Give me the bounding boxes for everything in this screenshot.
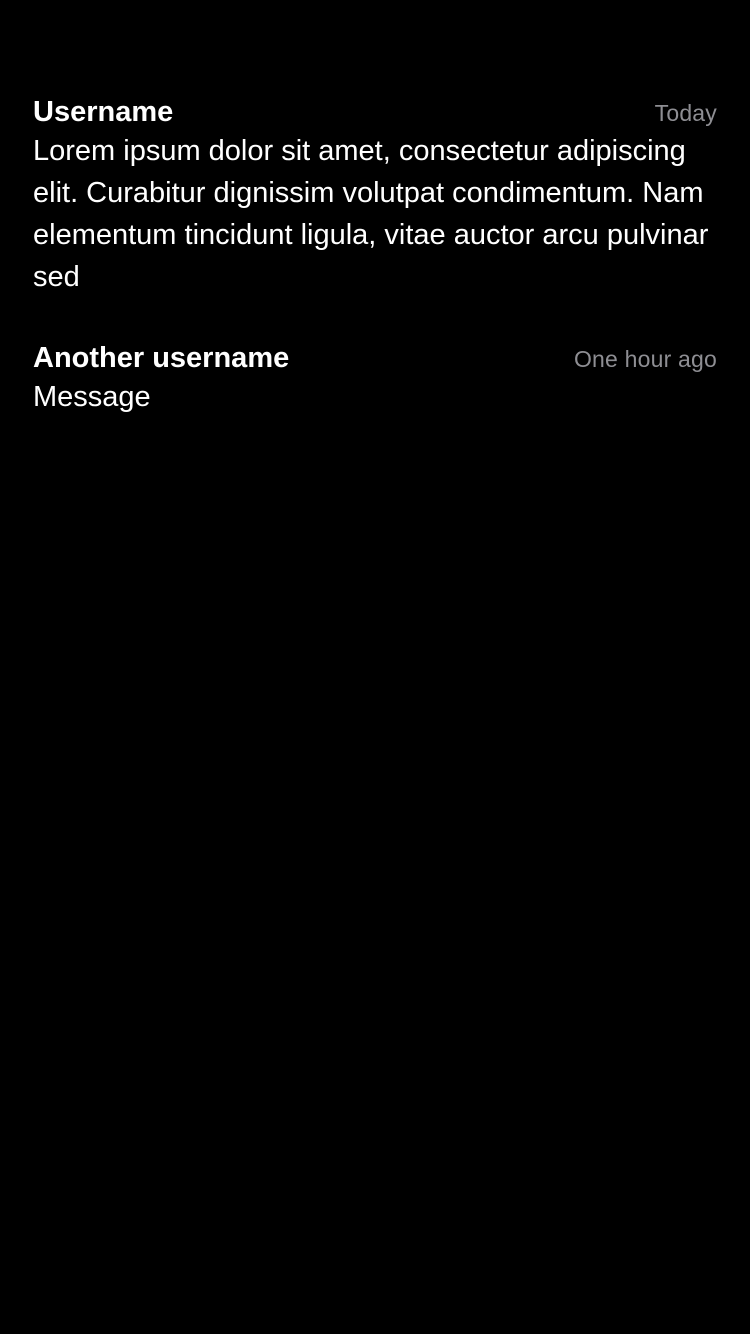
message-list: Username Today Lorem ipsum dolor sit ame… — [33, 92, 717, 458]
message-header: Another username One hour ago — [33, 338, 717, 378]
message-username: Username — [33, 96, 174, 128]
message-timestamp: Today — [654, 100, 717, 126]
message-item[interactable]: Username Today Lorem ipsum dolor sit ame… — [33, 92, 717, 298]
message-body: Lorem ipsum dolor sit amet, consectetur … — [33, 135, 709, 293]
message-item[interactable]: Another username One hour ago Message — [33, 338, 717, 418]
message-username: Another username — [33, 342, 290, 374]
message-header: Username Today — [33, 92, 717, 132]
message-body: Message — [33, 381, 151, 413]
message-timestamp: One hour ago — [573, 346, 717, 372]
